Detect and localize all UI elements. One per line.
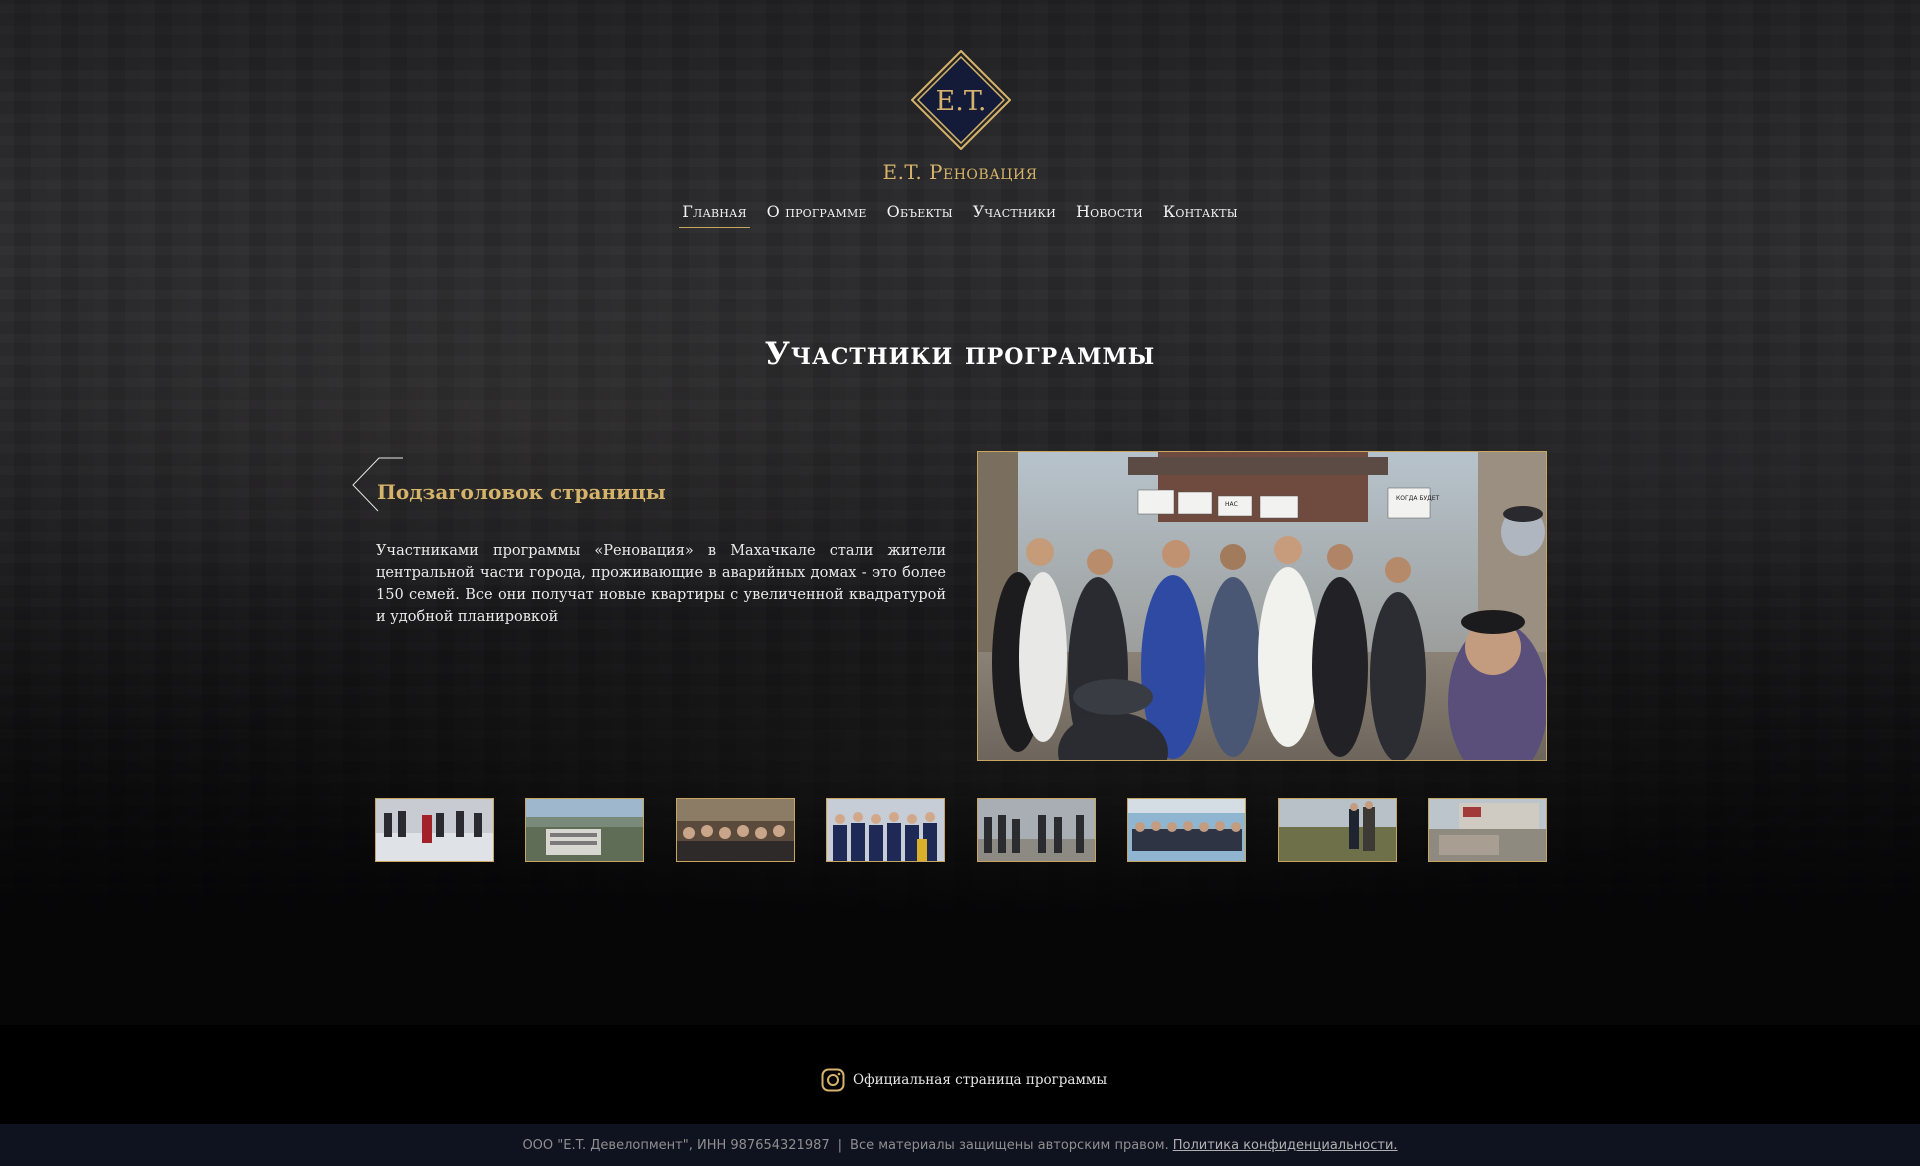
page-title: Участники программы — [764, 336, 1156, 372]
thumbnail[interactable] — [1277, 798, 1397, 862]
instagram-label: Официальная страница программы — [853, 1072, 1108, 1088]
privacy-policy-link[interactable]: Политика конфиденциальности. — [1173, 1138, 1398, 1153]
thumbnail-image — [376, 799, 493, 861]
thumbnail-image — [1128, 799, 1246, 861]
nav-item-objects[interactable]: Объекты — [884, 200, 956, 228]
nav-item-about[interactable]: О программе — [764, 200, 870, 228]
thumbnail[interactable] — [675, 798, 795, 862]
crowd-photo-image: КОГДА БУДЕТ НАС — [978, 452, 1546, 760]
brand-name: E.T. Реновация — [882, 160, 1038, 184]
thumbnail[interactable] — [826, 798, 946, 862]
nav-item-participants[interactable]: Участники — [970, 200, 1059, 228]
thumbnail-image — [676, 799, 794, 861]
thumbnail-image — [977, 799, 1095, 861]
thumbnail[interactable] — [1427, 798, 1547, 862]
thumbnail-strip — [375, 798, 1547, 862]
instagram-icon — [821, 1068, 845, 1092]
instagram-link[interactable]: Официальная страница программы — [821, 1068, 1107, 1092]
nav-item-news[interactable]: Новости — [1073, 200, 1146, 228]
footer-bottom: ООО "E.T. Девелопмент", ИНН 987654321987… — [0, 1124, 1920, 1166]
subtitle-block: Подзаголовок страницы — [350, 456, 950, 512]
main-photo[interactable]: КОГДА БУДЕТ НАС — [977, 451, 1547, 761]
company-info: ООО "E.T. Девелопмент", ИНН 987654321987 — [522, 1137, 830, 1153]
thumbnail-image — [526, 799, 644, 861]
thumbnail-image — [1278, 799, 1396, 861]
thumbnail[interactable] — [525, 798, 645, 862]
thumbnail[interactable] — [976, 798, 1096, 862]
lead-text: Участниками программы «Реновация» в Маха… — [376, 543, 946, 625]
hero-haze — [0, 0, 1920, 1025]
main-nav: Главная О программе Объекты Участники Но… — [0, 200, 1920, 228]
photo-sign-text: НАС — [1225, 501, 1238, 508]
copyright-text: Все материалы защищены авторским правом. — [850, 1137, 1169, 1153]
nav-item-home[interactable]: Главная — [679, 200, 750, 228]
page-subtitle: Подзаголовок страницы — [377, 480, 666, 504]
photo-sign-text: КОГДА БУДЕТ — [1396, 495, 1440, 502]
nav-item-contacts[interactable]: Контакты — [1160, 200, 1241, 228]
thumbnail-image — [827, 799, 945, 861]
logo-diamond-icon: E.T. — [910, 49, 1012, 151]
logo-text: E.T. — [936, 86, 987, 117]
footer-separator: | — [837, 1137, 843, 1153]
thumbnail[interactable] — [1127, 798, 1247, 862]
logo[interactable]: E.T. — [910, 49, 1012, 151]
thumbnail[interactable] — [375, 798, 494, 862]
thumbnail-image — [1428, 799, 1546, 861]
